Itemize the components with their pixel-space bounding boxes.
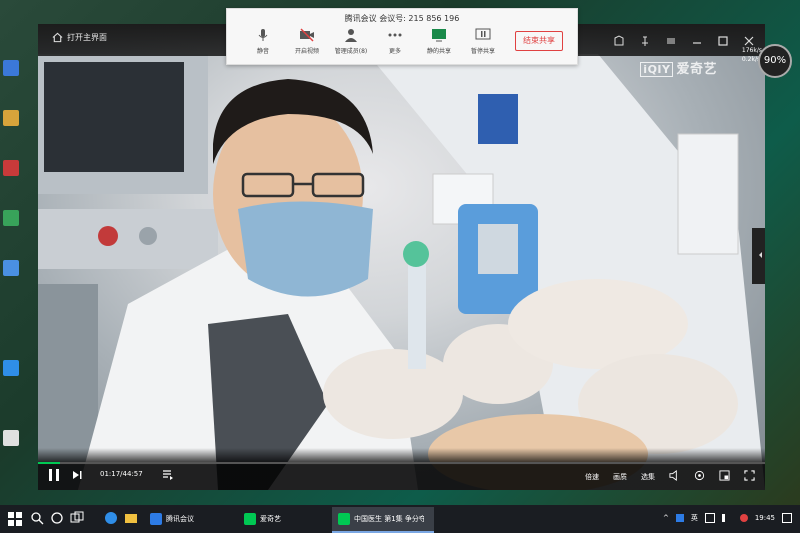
notification-icon[interactable] bbox=[782, 513, 792, 523]
end-share-button[interactable]: 结束共享 bbox=[515, 31, 563, 51]
taskbar-clock[interactable]: 19:45 bbox=[755, 514, 775, 522]
desktop-icon[interactable] bbox=[3, 110, 19, 126]
iqiyi-watermark-logo: iQIY 爱奇艺 bbox=[640, 58, 717, 77]
ime-indicator[interactable]: 英 bbox=[691, 513, 698, 523]
taskbar-task-tencent-meeting[interactable]: 腾讯会议 bbox=[144, 507, 242, 531]
taskbar-task-iqiyi[interactable]: 爱奇艺 bbox=[238, 507, 336, 531]
home-icon bbox=[52, 32, 63, 43]
desktop-icon[interactable] bbox=[3, 360, 19, 376]
file-explorer-icon[interactable] bbox=[124, 511, 138, 525]
skin-icon[interactable] bbox=[613, 32, 625, 46]
video-scene-image bbox=[38, 54, 765, 490]
task-view-icon[interactable] bbox=[70, 511, 84, 525]
pause-icon[interactable] bbox=[48, 468, 60, 482]
meeting-title: 腾讯会议 会议号: 215 856 196 bbox=[344, 14, 460, 23]
windows-start-icon[interactable] bbox=[8, 512, 22, 526]
tencent-meeting-icon bbox=[150, 513, 162, 525]
quality-button[interactable]: 画质 bbox=[613, 472, 627, 482]
search-icon[interactable] bbox=[30, 511, 44, 525]
mute-button[interactable]: 静音 bbox=[241, 27, 285, 55]
security-icon[interactable] bbox=[739, 514, 748, 522]
episodes-button[interactable]: 选集 bbox=[641, 472, 655, 482]
windows-taskbar: 腾讯会议 爱奇艺 中国医生 第1集 争分夺... ^ 英 19:45 bbox=[0, 505, 800, 533]
manage-members-button[interactable]: 管理成员(8) bbox=[329, 27, 373, 55]
progress-bar[interactable] bbox=[38, 462, 765, 464]
player-control-bar: 01:17/44:57 倍速 画质 选集 bbox=[38, 448, 765, 490]
new-share-button[interactable]: 静的共享 bbox=[417, 27, 461, 55]
system-tray: ^ 英 19:45 bbox=[663, 513, 792, 523]
settings-icon[interactable] bbox=[665, 32, 677, 44]
meeting-toolbar-items: 静音 开启视频 管理成员(8) 更多 静的共享 暂停共享 bbox=[241, 27, 505, 55]
taskbar-task-video[interactable]: 中国医生 第1集 争分夺... bbox=[332, 507, 434, 533]
share-icon bbox=[432, 29, 446, 42]
progress-fill bbox=[38, 462, 60, 464]
pause-share-button[interactable]: 暂停共享 bbox=[461, 27, 505, 55]
playlist-icon[interactable] bbox=[162, 469, 174, 481]
tray-expand-icon[interactable]: ^ bbox=[663, 514, 669, 522]
desktop-icon[interactable] bbox=[3, 430, 19, 446]
meeting-toolbar: 腾讯会议 会议号: 215 856 196 静音 开启视频 管理成员(8) 更多… bbox=[226, 8, 578, 65]
picture-in-picture-icon[interactable] bbox=[719, 470, 730, 483]
maximize-icon[interactable] bbox=[717, 32, 729, 46]
open-main-interface-button[interactable]: 打开主界面 bbox=[52, 32, 107, 43]
speed-button[interactable]: 倍速 bbox=[585, 472, 599, 482]
network-icon[interactable] bbox=[704, 513, 715, 523]
desktop-icon[interactable] bbox=[3, 60, 19, 76]
cortana-icon[interactable] bbox=[50, 511, 64, 525]
fullscreen-icon[interactable] bbox=[744, 470, 755, 483]
volume-icon[interactable] bbox=[669, 470, 680, 483]
desktop-icon[interactable] bbox=[3, 160, 19, 176]
danmaku-settings-icon[interactable] bbox=[694, 470, 705, 483]
start-video-button[interactable]: 开启视频 bbox=[285, 27, 329, 55]
more-icon bbox=[388, 33, 402, 37]
video-player-window: 打开主界面 iQIY 爱奇艺 01:17/44:57 倍速 画质 选集 bbox=[38, 24, 765, 490]
pin-icon[interactable] bbox=[639, 32, 651, 46]
pause-share-icon bbox=[475, 28, 491, 40]
desktop-left-icons bbox=[0, 0, 22, 505]
side-panel-toggle[interactable] bbox=[752, 228, 765, 284]
player-right-controls: 倍速 画质 选集 bbox=[585, 470, 755, 483]
playback-time: 01:17/44:57 bbox=[100, 470, 143, 478]
desktop-icon[interactable] bbox=[3, 210, 19, 226]
volume-tray-icon[interactable] bbox=[721, 514, 733, 522]
iqiyi-icon bbox=[338, 513, 350, 525]
more-button[interactable]: 更多 bbox=[373, 27, 417, 55]
tray-app-icon[interactable] bbox=[675, 514, 684, 522]
next-episode-icon[interactable] bbox=[72, 470, 82, 480]
open-main-interface-label: 打开主界面 bbox=[67, 33, 107, 42]
members-icon bbox=[345, 29, 357, 42]
cpu-usage-badge: 90% bbox=[758, 44, 792, 78]
video-frame[interactable]: 打开主界面 iQIY 爱奇艺 01:17/44:57 倍速 画质 选集 bbox=[38, 24, 765, 490]
minimize-icon[interactable] bbox=[691, 32, 703, 44]
system-monitor-widget: 176k/s 0.2k/s 90% bbox=[732, 42, 796, 78]
edge-icon[interactable] bbox=[104, 511, 118, 525]
desktop-icon[interactable] bbox=[3, 260, 19, 276]
mic-icon bbox=[258, 29, 268, 41]
camera-off-icon bbox=[300, 28, 314, 42]
iqiyi-icon bbox=[244, 513, 256, 525]
